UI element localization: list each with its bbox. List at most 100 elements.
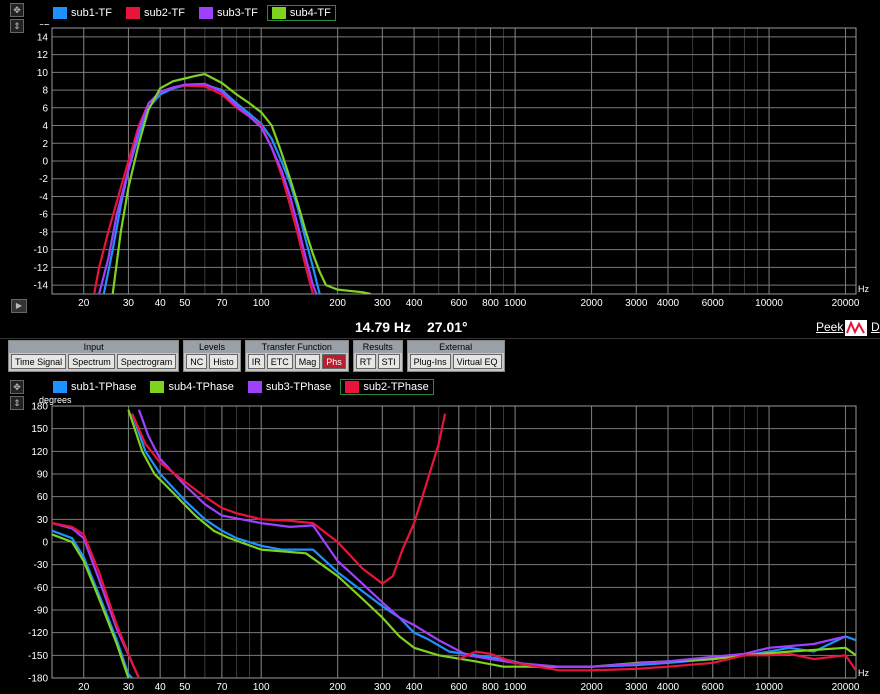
x-tick-label: 6000 [702, 682, 725, 693]
legend-label: sub4-TF [289, 7, 331, 19]
toolbar-group-title: External [407, 341, 504, 353]
series-line-sub4-TPhase [52, 409, 856, 678]
legend-swatch [247, 381, 262, 393]
legend-item[interactable]: sub4-TF [266, 5, 336, 21]
y-tick-label: 0 [42, 538, 48, 549]
x-axis-label: Hz [858, 668, 869, 678]
toolbar-button[interactable]: Mag [294, 354, 321, 369]
toolbar-button[interactable]: Plug-Ins [409, 354, 451, 369]
toolbar-button[interactable]: Spectrogram [116, 354, 177, 369]
legend-item[interactable]: sub4-TPhase [145, 379, 238, 395]
x-tick-label: 1000 [504, 682, 527, 693]
y-tick-label: -180 [28, 674, 48, 685]
y-tick-label: -6 [39, 210, 48, 221]
x-tick-label: 100 [253, 298, 270, 309]
y-tick-label: -150 [28, 651, 48, 662]
x-tick-label: 20 [78, 682, 90, 693]
move-icon[interactable]: ✥ [10, 3, 24, 17]
x-tick-label: 4000 [657, 682, 680, 693]
y-tick-label: 90 [37, 470, 49, 481]
toolbar-button[interactable]: IR [247, 354, 265, 369]
x-tick-label: 300 [374, 682, 391, 693]
toolbar-button[interactable]: Virtual EQ [452, 354, 502, 369]
legend-swatch [53, 381, 67, 393]
play-button[interactable]: ▶ [11, 299, 27, 313]
legend-swatch [198, 7, 213, 19]
x-tick-label: 10000 [755, 298, 783, 309]
legend-swatch [271, 7, 286, 19]
x-tick-label: 30 [123, 682, 135, 693]
legend-item[interactable]: sub1-TPhase [48, 379, 141, 395]
toolbar-button[interactable]: Time Signal [11, 354, 67, 369]
toolbar-group-title: Input [9, 341, 179, 353]
legend-item[interactable]: sub2-TPhase [340, 379, 434, 395]
y-tick-label: -12 [34, 263, 49, 274]
toolbar-button[interactable]: Spectrum [68, 354, 115, 369]
y-tick-label: 0 [42, 157, 48, 168]
x-tick-label: 3000 [625, 298, 648, 309]
x-tick-label: 800 [482, 682, 499, 693]
x-tick-label: 3000 [625, 682, 648, 693]
legend-label: sub2-TF [143, 7, 185, 19]
toolbar-group-buttons: RT STI [354, 353, 402, 370]
x-tick-label: 400 [406, 298, 423, 309]
analysis-toolbar: Input Time Signal Spectrum Spectrogram Level… [8, 340, 505, 374]
move-icon[interactable]: ✥ [10, 380, 24, 394]
y-tick-label: -8 [39, 227, 48, 238]
toolbar-group-buttons: Time Signal Spectrum Spectrogram [9, 353, 178, 370]
x-tick-label: 40 [155, 682, 167, 693]
toolbar-group-title: Transfer Function [245, 341, 348, 353]
peek-icon[interactable] [845, 320, 867, 336]
toolbar-group-buttons: IR ETC Mag Phs [246, 353, 348, 370]
series-line-sub2-TPhase [52, 413, 856, 678]
y-tick-label: -120 [28, 628, 48, 639]
toolbar-group-buttons: Plug-Ins Virtual EQ [408, 353, 504, 370]
toolbar-group-title: Levels [184, 341, 240, 353]
phase-chart[interactable]: 1801501209060300-30-60-90-120-150-18020 3… [0, 396, 880, 694]
legend-item[interactable]: sub2-TF [121, 5, 190, 21]
y-tick-label: 60 [37, 492, 49, 503]
x-tick-label: 1000 [504, 298, 527, 309]
toolbar-button[interactable]: NC [186, 354, 208, 369]
toolbar-button[interactable]: Phs [322, 354, 346, 369]
x-tick-label: 200 [329, 298, 346, 309]
legend-item[interactable]: sub3-TF [194, 5, 263, 21]
y-tick-label: 8 [42, 86, 48, 97]
legend-swatch [125, 7, 140, 19]
toolbar-button[interactable]: STI [377, 354, 400, 369]
y-tick-label: -90 [34, 606, 49, 617]
toolbar-group: Levels NC Histo [183, 340, 241, 372]
y-tick-label: -2 [39, 174, 48, 185]
x-tick-label: 400 [406, 682, 423, 693]
toolbar-button[interactable]: ETC [266, 354, 293, 369]
legend-swatch [150, 381, 165, 393]
x-tick-label: 20 [78, 298, 90, 309]
section-divider [0, 338, 880, 339]
legend-label: sub4-TPhase [168, 381, 234, 393]
legend-label: sub2-TPhase [363, 381, 429, 393]
x-tick-label: 40 [155, 298, 167, 309]
readout-value: 27.01° [427, 319, 468, 335]
x-tick-label: 50 [179, 682, 191, 693]
y-tick-label: -4 [39, 192, 48, 203]
bottom-legend: sub1-TPhase sub4-TPhase sub3-TPhase sub2-TP… [48, 379, 434, 395]
x-tick-label: 4000 [657, 298, 680, 309]
y-tick-label: 12 [37, 50, 49, 61]
toolbar-group: External Plug-Ins Virtual EQ [406, 340, 505, 372]
toolbar-button[interactable]: RT [355, 354, 376, 369]
y-tick-label: -14 [34, 281, 49, 292]
y-tick-label: 4 [42, 121, 48, 132]
y-tick-label: 30 [37, 515, 49, 526]
x-tick-label: 300 [374, 298, 391, 309]
y-tick-label: 150 [31, 424, 48, 435]
toolbar-button[interactable]: Histo [209, 354, 238, 369]
x-tick-label: 20000 [832, 298, 860, 309]
y-axis-label: dB [39, 24, 50, 27]
legend-item[interactable]: sub3-TPhase [243, 379, 336, 395]
legend-label: sub1-TF [71, 7, 112, 19]
magnitude-chart[interactable]: 14121086420-2-4-6-8-10-12-1420 30 40 50 70 10… [0, 24, 880, 316]
peek-link[interactable]: Peek [816, 320, 843, 334]
y-tick-label: -60 [34, 583, 49, 594]
series-line-sub1-TPhase [52, 413, 856, 678]
legend-item[interactable]: sub1-TF [48, 5, 117, 21]
